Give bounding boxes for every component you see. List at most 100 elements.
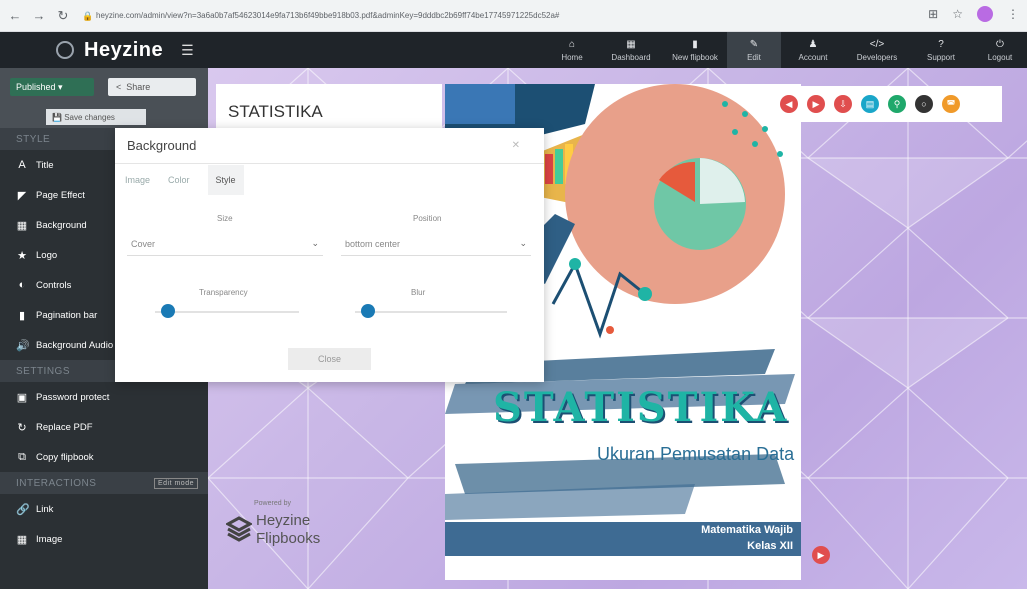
sidebar-item-label: Link: [36, 503, 54, 515]
transparency-slider-track[interactable]: [155, 311, 299, 313]
brand-name: Heyzine: [84, 38, 164, 61]
save-icon: 💾: [52, 112, 62, 122]
background-dialog: Background ✕ Image Color Style Size Posi…: [115, 128, 544, 382]
support-icon: ?: [938, 38, 944, 50]
url-text: heyzine.com/admin/view?n=3a6a0b7af546230…: [96, 11, 560, 20]
forward-icon[interactable]: →: [30, 8, 48, 23]
blur-label: Blur: [411, 288, 426, 297]
download-icon[interactable]: ⇩: [834, 95, 852, 113]
nav-new-flipbook[interactable]: ▮ New flipbook: [663, 32, 727, 68]
dialog-title: Background: [115, 128, 544, 164]
size-label: Size: [217, 214, 233, 223]
tab-style[interactable]: Style: [207, 165, 244, 195]
more-menu-icon[interactable]: ⋮: [1007, 7, 1019, 21]
app-header: Heyzine ☰ ⌂ Home ▦ Dashboard ▮ New flipbook…: [0, 32, 1027, 68]
size-select[interactable]: Cover ⌄: [127, 232, 323, 256]
sidebar-item-label: Pagination bar: [36, 309, 98, 321]
nav-account[interactable]: ♟ Account: [781, 32, 845, 68]
save-changes-button[interactable]: 💾 Save changes: [46, 109, 146, 125]
sidebar-item-label: Copy flipbook: [36, 451, 94, 463]
page-effect-icon: ◤: [17, 189, 27, 202]
nav-developers[interactable]: </> Developers: [845, 32, 909, 68]
sidebar-item-image[interactable]: ▦ Image: [0, 524, 208, 554]
transparency-label: Transparency: [199, 288, 248, 297]
hamburger-menu-icon[interactable]: ☰: [181, 42, 194, 59]
nav-logout[interactable]: ⏻ Logout: [973, 32, 1027, 68]
sound-icon[interactable]: ◚: [942, 95, 960, 113]
blur-slider-track[interactable]: [355, 311, 507, 313]
cover-line1: Matematika Wajib: [701, 524, 793, 536]
zoom-icon[interactable]: ⚲: [888, 95, 906, 113]
edit-mode-button[interactable]: Edit mode: [153, 477, 198, 489]
copy-icon: ⧉: [18, 450, 26, 463]
home-icon: ⌂: [568, 38, 576, 50]
nav-dashboard[interactable]: ▦ Dashboard: [599, 32, 663, 68]
transparency-slider-handle[interactable]: [161, 304, 175, 318]
chevron-down-icon: ⌄: [311, 238, 319, 248]
position-select[interactable]: bottom center ⌄: [341, 232, 531, 256]
sidebar-item-label: Page Effect: [36, 189, 85, 201]
dashboard-icon: ▦: [626, 38, 636, 50]
position-label: Position: [413, 214, 442, 223]
heyzine-logo-icon: [226, 516, 252, 542]
sidebar-item-label: Password protect: [36, 391, 110, 403]
section-interactions: INTERACTIONS Edit mode: [0, 472, 208, 494]
logout-icon: ⏻: [996, 38, 1004, 50]
nav-label: Home: [561, 52, 583, 62]
nav-support[interactable]: ? Support: [909, 32, 973, 68]
bookmark-icon: ▮: [18, 309, 26, 322]
sidebar-item-label: Logo: [36, 249, 58, 261]
sidebar-item-replace-pdf[interactable]: ↻ Replace PDF: [0, 412, 208, 442]
nav-label: Logout: [987, 52, 1013, 62]
share-label: Share: [126, 82, 151, 92]
sidebar-item-label: Replace PDF: [36, 421, 93, 433]
published-label: Published: [16, 82, 56, 92]
powered-by-label: Powered by: [254, 500, 291, 507]
sidebar-item-link[interactable]: 🔗 Link: [0, 494, 208, 524]
print-icon[interactable]: ▤: [861, 95, 879, 113]
share-button[interactable]: < Share: [108, 78, 196, 96]
reload-icon[interactable]: ↻: [54, 8, 72, 24]
dialog-tabs: Image Color Style: [115, 164, 544, 196]
next-page-icon[interactable]: ▶: [807, 95, 825, 113]
powered-brand-line2: Flipbooks: [256, 530, 321, 547]
previous-page-icon[interactable]: ◀: [780, 95, 798, 113]
bookmark-star-icon[interactable]: ☆: [952, 7, 963, 21]
sidebar-item-label: Image: [36, 533, 63, 545]
position-value: bottom center: [345, 238, 401, 249]
lock-icon: ▣: [16, 391, 28, 404]
sidebar-item-copy-flipbook[interactable]: ⧉ Copy flipbook: [0, 442, 208, 472]
share-icon: <: [116, 82, 122, 92]
blur-slider-handle[interactable]: [361, 304, 375, 318]
account-icon: ♟: [808, 38, 818, 50]
refresh-icon: ↻: [17, 421, 27, 434]
sidebar-item-label: Background Audio: [36, 339, 114, 351]
sidebar-item-label: Background: [36, 219, 87, 231]
chevron-down-icon: ⌄: [519, 238, 527, 248]
close-button[interactable]: Close: [288, 348, 371, 370]
section-label: INTERACTIONS: [16, 477, 97, 489]
close-icon[interactable]: ✕: [512, 140, 520, 151]
profile-avatar[interactable]: [977, 6, 993, 22]
published-dropdown[interactable]: Published ▾: [10, 78, 94, 96]
nav-label: Dashboard: [611, 52, 651, 62]
translate-icon[interactable]: ⊞: [928, 7, 938, 21]
address-bar[interactable]: 🔒 heyzine.com/admin/view?n=3a6a0b7af5462…: [82, 5, 942, 27]
edit-icon: ✎: [749, 38, 759, 50]
nav-edit[interactable]: ✎ Edit: [727, 32, 781, 68]
text-icon: A: [18, 159, 26, 171]
sidebar-item-password-protect[interactable]: ▣ Password protect: [0, 382, 208, 412]
search-icon[interactable]: ○: [915, 95, 933, 113]
tab-image[interactable]: Image: [125, 175, 150, 185]
browser-toolbar: ← → ↻ 🔒 heyzine.com/admin/view?n=3a6a0b7…: [0, 0, 1027, 32]
powered-by-heyzine[interactable]: Powered by Heyzine Flipbooks: [226, 500, 320, 547]
save-label: Save changes: [64, 112, 115, 122]
toggle-icon: ◐: [18, 279, 26, 291]
nav-home[interactable]: ⌂ Home: [545, 32, 599, 68]
next-page-button[interactable]: ▶: [812, 546, 830, 564]
back-icon[interactable]: ←: [6, 8, 24, 23]
nav-label: Support: [926, 52, 956, 62]
publish-row: Published ▾ < Share: [0, 68, 208, 106]
tab-color[interactable]: Color: [168, 175, 190, 185]
link-icon: 🔗: [16, 503, 30, 516]
